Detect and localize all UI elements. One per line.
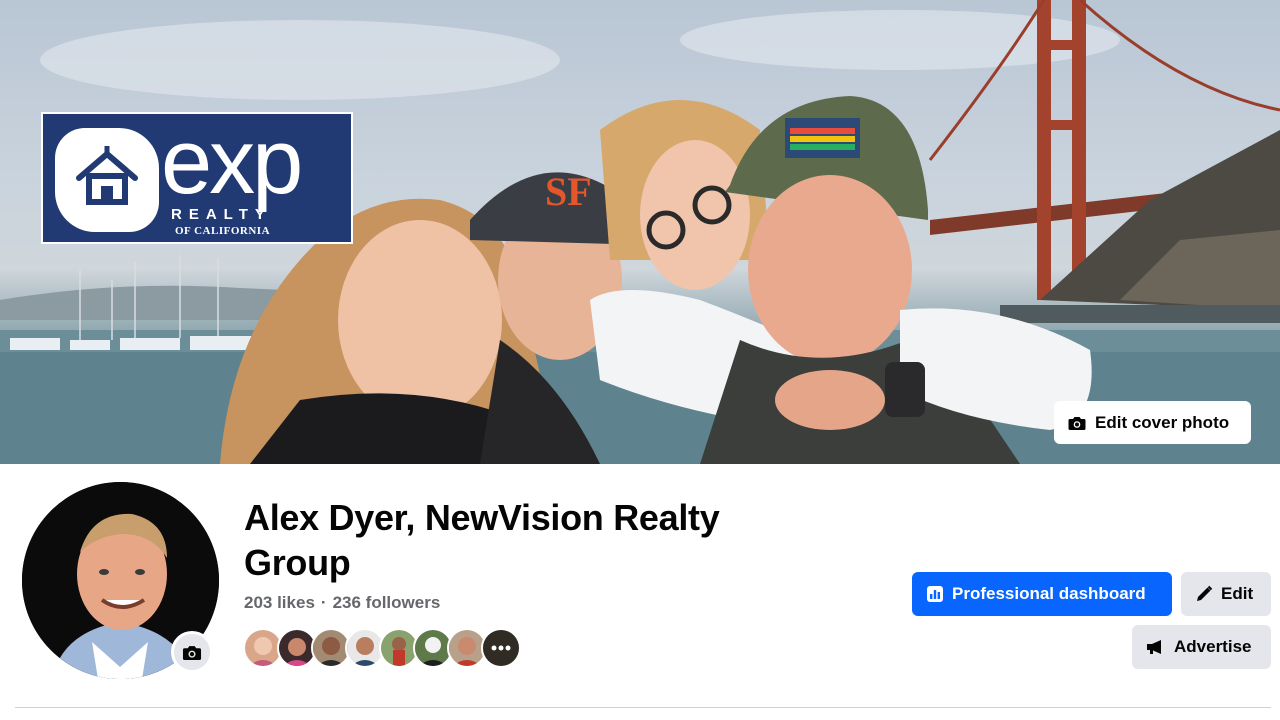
profile-divider <box>15 707 1271 708</box>
camera-icon <box>182 645 202 660</box>
follower-avatars[interactable] <box>243 628 533 668</box>
megaphone-icon <box>1147 640 1161 654</box>
camera-icon <box>1068 416 1086 430</box>
professional-dashboard-label: Professional dashboard <box>952 584 1146 603</box>
followers-count-link[interactable]: 236 followers <box>333 593 441 613</box>
edit-page-button[interactable]: Edit <box>1181 572 1271 616</box>
advertise-button[interactable]: Advertise <box>1132 625 1271 669</box>
more-icon <box>483 630 519 666</box>
stats-separator: · <box>320 593 327 612</box>
page-title: Alex Dyer, NewVision Realty Group <box>244 497 720 583</box>
logo-badge <box>55 128 159 232</box>
logo-subline-2: OF CALIFORNIA <box>175 225 271 237</box>
edit-cover-photo-label: Edit cover photo <box>1095 412 1230 432</box>
brokerage-logo: exp REALTY OF CALIFORNIA <box>41 112 353 244</box>
update-profile-picture-button[interactable] <box>171 631 213 673</box>
more-followers-button[interactable] <box>481 628 521 668</box>
cover-photo[interactable]: SF exp REALTY OF CALIFORNIA Edit cover p… <box>0 0 1280 464</box>
svg-text:SF: SF <box>545 169 592 214</box>
edit-cover-photo-button[interactable]: Edit cover photo <box>1054 401 1251 444</box>
house-icon <box>76 146 138 205</box>
pencil-icon <box>1197 585 1213 601</box>
dashboard-icon <box>927 586 943 602</box>
logo-wordmark: exp <box>161 111 303 213</box>
professional-dashboard-button[interactable]: Professional dashboard <box>912 572 1172 616</box>
page-stats: 203 likes · 236 followers <box>244 593 440 613</box>
logo-subline: REALTY <box>171 206 272 223</box>
likes-count-link[interactable]: 203 likes <box>244 593 315 613</box>
edit-page-label: Edit <box>1221 584 1254 603</box>
advertise-label: Advertise <box>1174 637 1252 656</box>
